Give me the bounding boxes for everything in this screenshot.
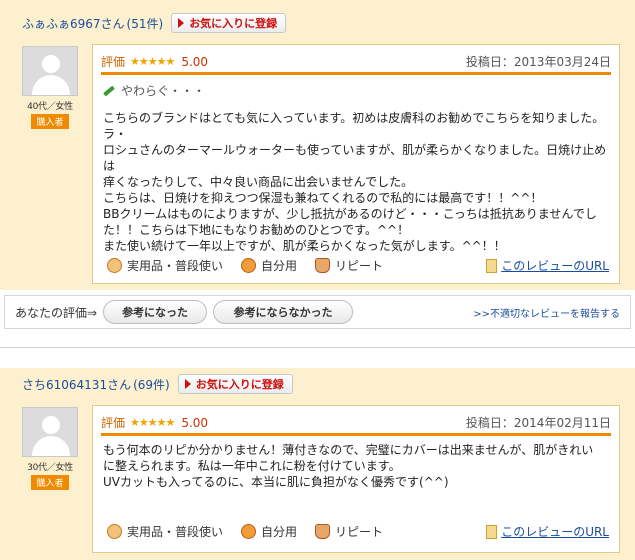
reviewer-profile: 30代／女性 購入者 bbox=[22, 407, 78, 490]
reviewer-line: さち61064131さん (69件) お気に入りに登録 bbox=[22, 374, 293, 394]
review-url-label: このレビューのURL bbox=[501, 525, 609, 539]
tag-repeat: リピート bbox=[315, 523, 383, 540]
review-url-link[interactable]: このレビューのURL bbox=[486, 257, 609, 274]
rating-label: 評価 bbox=[101, 416, 126, 430]
age-gender: 30代／女性 bbox=[27, 463, 73, 473]
review-body-line: BBクリームはものによりますが、少し抵抗があるのけど・・・こっちは抵抗ありません… bbox=[103, 207, 597, 221]
tag-label: リピート bbox=[335, 525, 384, 539]
review-body: もう何本のリピか分かりません！薄付きなので、完璧にカバーは出来ませんが、肌がきれ… bbox=[103, 442, 609, 490]
review-title-text: やわらぐ・・・ bbox=[121, 84, 206, 98]
tag-repeat: リピート bbox=[315, 257, 383, 274]
rating-score: 5.00 bbox=[181, 415, 209, 430]
document-icon bbox=[486, 524, 498, 539]
review-block: さち61064131さん (69件) お気に入りに登録 30代／女性 購入者 評… bbox=[0, 368, 635, 560]
add-favorite-label: お気に入りに登録 bbox=[195, 378, 284, 391]
review-url-label: このレビューのURL bbox=[501, 259, 609, 273]
posted-date: 投稿日：2013年03月24日 bbox=[465, 55, 611, 69]
tag-label: 実用品・普段使い bbox=[127, 259, 224, 273]
review-count[interactable]: (51件) bbox=[127, 15, 164, 32]
review-tags: 実用品・普段使い 自分用 リピート このレビューのURL bbox=[107, 257, 609, 274]
reviewer-name-link[interactable]: さち61064131さん bbox=[22, 376, 131, 393]
tag-label: リピート bbox=[335, 259, 384, 273]
document-icon bbox=[486, 258, 498, 273]
review-header: 評価 ★★★★★ 5.00 投稿日：2013年03月24日 bbox=[101, 51, 611, 75]
review-url-link[interactable]: このレビューのURL bbox=[486, 523, 609, 540]
tag-label: 自分用 bbox=[261, 525, 298, 539]
review-title: やわらぐ・・・ bbox=[103, 82, 205, 99]
review-count[interactable]: (69件) bbox=[133, 376, 170, 393]
avatar bbox=[22, 407, 78, 457]
review-body: こちらのブランドはとても気に入っています。初めは皮膚科のお勧めでこちらを知りまし… bbox=[103, 110, 609, 254]
reviewer-profile: 40代／女性 購入者 bbox=[22, 46, 78, 129]
star-rating-icon: ★★★★★ bbox=[130, 416, 175, 429]
review-body-line: ロシュさんのターマールウォーターも使っていますが、肌が柔らかくなりました。日焼け… bbox=[103, 143, 607, 173]
vote-bar: あなたの評価⇒ 参考になった 参考にならなかった >>不適切なレビューを報告する bbox=[4, 295, 631, 329]
play-arrow-icon bbox=[178, 18, 185, 28]
tag-usage: 実用品・普段使い bbox=[107, 257, 223, 274]
divider bbox=[0, 347, 635, 348]
tag-self: 自分用 bbox=[241, 257, 297, 274]
tag-label: 自分用 bbox=[261, 259, 298, 273]
vote-label: あなたの評価⇒ bbox=[15, 305, 98, 320]
add-favorite-button[interactable]: お気に入りに登録 bbox=[177, 374, 293, 394]
rating-score: 5.00 bbox=[181, 54, 209, 69]
review-body-line: もう何本のリピか分かりません！薄付きなので、完璧にカバーは出来ませんが、肌がきれ… bbox=[103, 443, 594, 457]
hand-icon bbox=[107, 524, 122, 539]
star-rating-icon: ★★★★★ bbox=[130, 55, 175, 68]
add-favorite-button[interactable]: お気に入りに登録 bbox=[171, 13, 287, 33]
person-icon bbox=[241, 258, 257, 273]
review-body-line: こちらは、日焼けを抑えつつ保湿も兼ねてくれるので私的には最高です！！^^！ bbox=[103, 191, 543, 205]
buyer-badge: 購入者 bbox=[31, 475, 69, 490]
add-favorite-label: お気に入りに登録 bbox=[189, 17, 278, 30]
tag-label: 実用品・普段使い bbox=[127, 525, 224, 539]
review-card: 評価 ★★★★★ 5.00 投稿日：2014年02月11日 もう何本のリピか分か… bbox=[92, 405, 620, 553]
review-tags: 実用品・普段使い 自分用 リピート このレビューのURL bbox=[107, 523, 609, 540]
not-helpful-button[interactable]: 参考にならなかった bbox=[213, 300, 354, 324]
person-icon bbox=[241, 524, 257, 539]
review-header: 評価 ★★★★★ 5.00 投稿日：2014年02月11日 bbox=[101, 412, 611, 436]
hand-icon bbox=[107, 258, 122, 273]
review-body-line: た！！こちらは下地にもなりお勧めのひとつです。^^！ bbox=[103, 223, 410, 237]
report-link[interactable]: >>不適切なレビューを報告する bbox=[473, 305, 620, 320]
age-gender: 40代／女性 bbox=[27, 102, 73, 112]
rating-label: 評価 bbox=[101, 55, 126, 69]
reviewer-line: ふぁふぁ6967さん (51件) お気に入りに登録 bbox=[22, 13, 287, 33]
shopping-bag-icon bbox=[315, 524, 331, 539]
tag-self: 自分用 bbox=[241, 523, 297, 540]
shopping-bag-icon bbox=[315, 258, 331, 273]
helpful-button[interactable]: 参考になった bbox=[103, 300, 208, 324]
review-card: 評価 ★★★★★ 5.00 投稿日：2013年03月24日 やわらぐ・・・ こち… bbox=[92, 44, 620, 284]
review-body-line: に整えられます。私は一年中これに粉を付けています。 bbox=[103, 459, 401, 473]
posted-date: 投稿日：2014年02月11日 bbox=[465, 416, 611, 430]
review-block: ふぁふぁ6967さん (51件) お気に入りに登録 40代／女性 購入者 評価 … bbox=[0, 0, 635, 290]
pencil-icon bbox=[103, 85, 115, 96]
review-body-line: また使い続けて一年以上ですが、肌が柔らかくなった気がします。^^！！ bbox=[103, 239, 506, 253]
review-body-line: 痒くなったりして、中々良い商品に出会いませんでした。 bbox=[103, 175, 414, 189]
avatar bbox=[22, 46, 78, 96]
review-body-line: こちらのブランドはとても気に入っています。初めは皮膚科のお勧めでこちらを知りまし… bbox=[103, 111, 605, 141]
buyer-badge: 購入者 bbox=[31, 114, 69, 129]
play-arrow-icon bbox=[184, 379, 191, 389]
tag-usage: 実用品・普段使い bbox=[107, 523, 223, 540]
reviewer-name-link[interactable]: ふぁふぁ6967さん bbox=[22, 15, 125, 32]
review-body-line: UVカットも入ってるのに、本当に肌に負担がなく優秀です(^^) bbox=[103, 475, 449, 489]
